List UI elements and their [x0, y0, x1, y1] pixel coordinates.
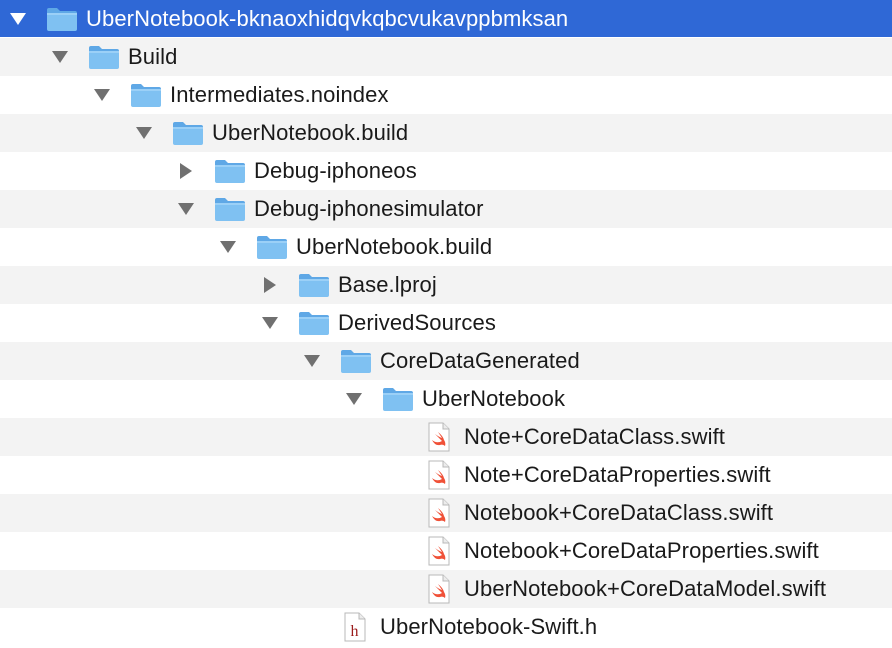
tree-item-label: Build — [128, 44, 178, 69]
file-tree: UberNotebook-bknaoxhidqvkqbcvukavppbmksa… — [0, 0, 892, 648]
folder-icon — [298, 304, 330, 342]
disclosure-triangle-down-icon[interactable] — [258, 304, 282, 342]
tree-row[interactable]: Note+CoreDataClass.swift — [0, 418, 892, 456]
tree-item-label: Note+CoreDataProperties.swift — [464, 462, 771, 487]
disclosure-triangle-down-icon[interactable] — [300, 342, 324, 380]
tree-row[interactable]: Debug-iphoneos — [0, 152, 892, 190]
swift-file-icon — [428, 532, 450, 570]
svg-text:h: h — [351, 623, 359, 640]
folder-icon — [382, 380, 414, 418]
folder-icon — [46, 0, 78, 38]
tree-item-label: DerivedSources — [338, 310, 496, 335]
disclosure-triangle-right-icon[interactable] — [258, 266, 282, 304]
folder-icon — [130, 76, 162, 114]
swift-file-icon — [428, 570, 450, 608]
disclosure-triangle-down-icon[interactable] — [90, 76, 114, 114]
folder-icon — [298, 266, 330, 304]
tree-row[interactable]: UberNotebook — [0, 380, 892, 418]
folder-icon — [214, 152, 246, 190]
tree-item-label: UberNotebook.build — [296, 234, 493, 259]
tree-row[interactable]: DerivedSources — [0, 304, 892, 342]
swift-file-icon — [428, 456, 450, 494]
folder-icon — [256, 228, 288, 266]
disclosure-triangle-down-icon[interactable] — [132, 114, 156, 152]
disclosure-triangle-down-icon[interactable] — [342, 380, 366, 418]
tree-item-label: CoreDataGenerated — [380, 348, 580, 373]
tree-row[interactable]: UberNotebook+CoreDataModel.swift — [0, 570, 892, 608]
tree-row[interactable]: UberNotebook.build — [0, 114, 892, 152]
tree-row[interactable]: UberNotebook.build — [0, 228, 892, 266]
swift-file-icon — [428, 494, 450, 532]
tree-item-label: UberNotebook.build — [212, 120, 409, 145]
disclosure-triangle-right-icon[interactable] — [174, 152, 198, 190]
tree-item-label: Intermediates.noindex — [170, 82, 389, 107]
tree-item-label: Debug-iphonesimulator — [254, 196, 484, 221]
tree-row[interactable]: Notebook+CoreDataClass.swift — [0, 494, 892, 532]
swift-file-icon — [428, 418, 450, 456]
disclosure-triangle-down-icon[interactable] — [174, 190, 198, 228]
tree-row[interactable]: Intermediates.noindex — [0, 76, 892, 114]
header-file-icon: h — [344, 608, 366, 646]
tree-row[interactable]: Base.lproj — [0, 266, 892, 304]
tree-item-label: Notebook+CoreDataProperties.swift — [464, 538, 819, 563]
folder-icon — [340, 342, 372, 380]
tree-item-label: Debug-iphoneos — [254, 158, 417, 183]
disclosure-triangle-down-icon[interactable] — [6, 0, 30, 38]
folder-icon — [88, 38, 120, 76]
tree-row[interactable]: Note+CoreDataProperties.swift — [0, 456, 892, 494]
tree-item-label: Notebook+CoreDataClass.swift — [464, 500, 774, 525]
tree-row[interactable]: h UberNotebook-Swift.h — [0, 608, 892, 646]
tree-row[interactable]: Debug-iphonesimulator — [0, 190, 892, 228]
tree-item-label: Note+CoreDataClass.swift — [464, 424, 725, 449]
tree-row[interactable]: UberNotebook-bknaoxhidqvkqbcvukavppbmksa… — [0, 0, 892, 37]
tree-item-label: UberNotebook+CoreDataModel.swift — [464, 576, 827, 601]
tree-row[interactable]: Notebook+CoreDataProperties.swift — [0, 532, 892, 570]
tree-item-label: Base.lproj — [338, 272, 437, 297]
folder-icon — [214, 190, 246, 228]
folder-icon — [172, 114, 204, 152]
tree-row[interactable]: Build — [0, 38, 892, 76]
disclosure-triangle-down-icon[interactable] — [48, 38, 72, 76]
disclosure-triangle-down-icon[interactable] — [216, 228, 240, 266]
tree-item-label: UberNotebook — [422, 386, 566, 411]
tree-item-label: UberNotebook-bknaoxhidqvkqbcvukavppbmksa… — [86, 6, 569, 31]
tree-item-label: UberNotebook-Swift.h — [380, 614, 598, 639]
tree-row[interactable]: CoreDataGenerated — [0, 342, 892, 380]
